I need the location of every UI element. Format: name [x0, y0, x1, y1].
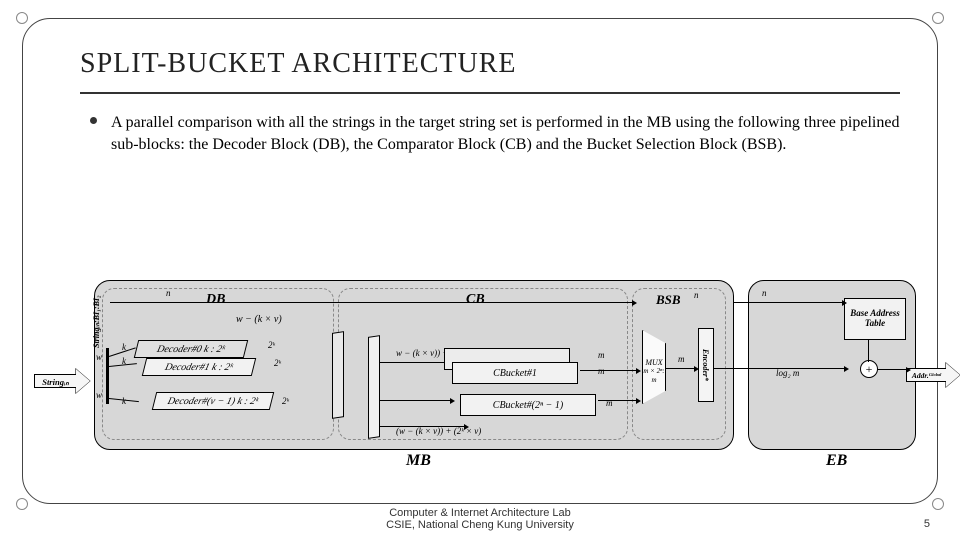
cbucket-n: CBucket#(2ⁿ − 1)	[460, 394, 596, 416]
collector-1	[332, 331, 344, 419]
decoder-v: Decoder#(v − 1) k : 2ᵏ	[152, 392, 274, 410]
side-input-label: Stringᵢₙ:BI₁:BI₂	[92, 298, 101, 348]
input-arrow: Stringᵢₙ	[34, 368, 92, 394]
bus-n-right: n	[762, 288, 767, 298]
encoder: Encoder*	[698, 328, 714, 402]
bus-w1: w	[96, 352, 102, 362]
output-arrow: Addr.ᴳˡᵒᵇᵃˡ	[906, 362, 960, 388]
bus-m3: m	[606, 398, 613, 408]
base-address-table: Base Address Table	[844, 298, 906, 340]
mb-label: MB	[406, 452, 431, 470]
expr-low: (w − (k × v)) + (2ᵏ × v)	[396, 426, 481, 436]
decoder-0: Decoder#0 k : 2ᵏ	[134, 340, 248, 358]
log2m: log₂ m	[776, 368, 799, 378]
cbucket-1: CBucket#1	[452, 362, 578, 384]
bus-n-top2: n	[694, 290, 699, 300]
title-underline	[80, 92, 900, 94]
bus-m2: m	[598, 366, 605, 376]
bus-n-top: n	[166, 288, 171, 298]
adder-circle: +	[860, 360, 878, 378]
bus-2k-1: 2ᵏ	[268, 340, 275, 350]
db-label: DB	[206, 292, 225, 308]
decoder-1: Decoder#1 k : 2ᵏ	[142, 358, 256, 376]
expr-top: w − (k × v)	[236, 314, 282, 325]
cb-label: CB	[466, 292, 485, 308]
bus-m-out: m	[678, 354, 685, 364]
bus-k3: k	[122, 396, 126, 406]
slide-number: 5	[924, 518, 930, 530]
eb-label: EB	[826, 452, 847, 470]
collector-2	[368, 335, 380, 439]
bus-m1: m	[598, 350, 605, 360]
slide-title: SPLIT-BUCKET ARCHITECTURE	[80, 48, 516, 80]
architecture-diagram: MB EB DB CB BSB Stringᵢₙ:BI₁:BI₂ Stringᵢ…	[36, 270, 924, 470]
bsb-label: BSB	[656, 292, 681, 308]
bullet-icon	[90, 117, 97, 124]
bullet-text: A parallel comparison with all the strin…	[111, 112, 900, 155]
bus-2k-3: 2ᵏ	[282, 396, 289, 406]
bullet-block: A parallel comparison with all the strin…	[90, 112, 900, 155]
bus-2k-2: 2ᵏ	[274, 358, 281, 368]
bus-w2: w	[96, 390, 102, 400]
footer: Computer & Internet Architecture Lab CSI…	[0, 507, 960, 532]
